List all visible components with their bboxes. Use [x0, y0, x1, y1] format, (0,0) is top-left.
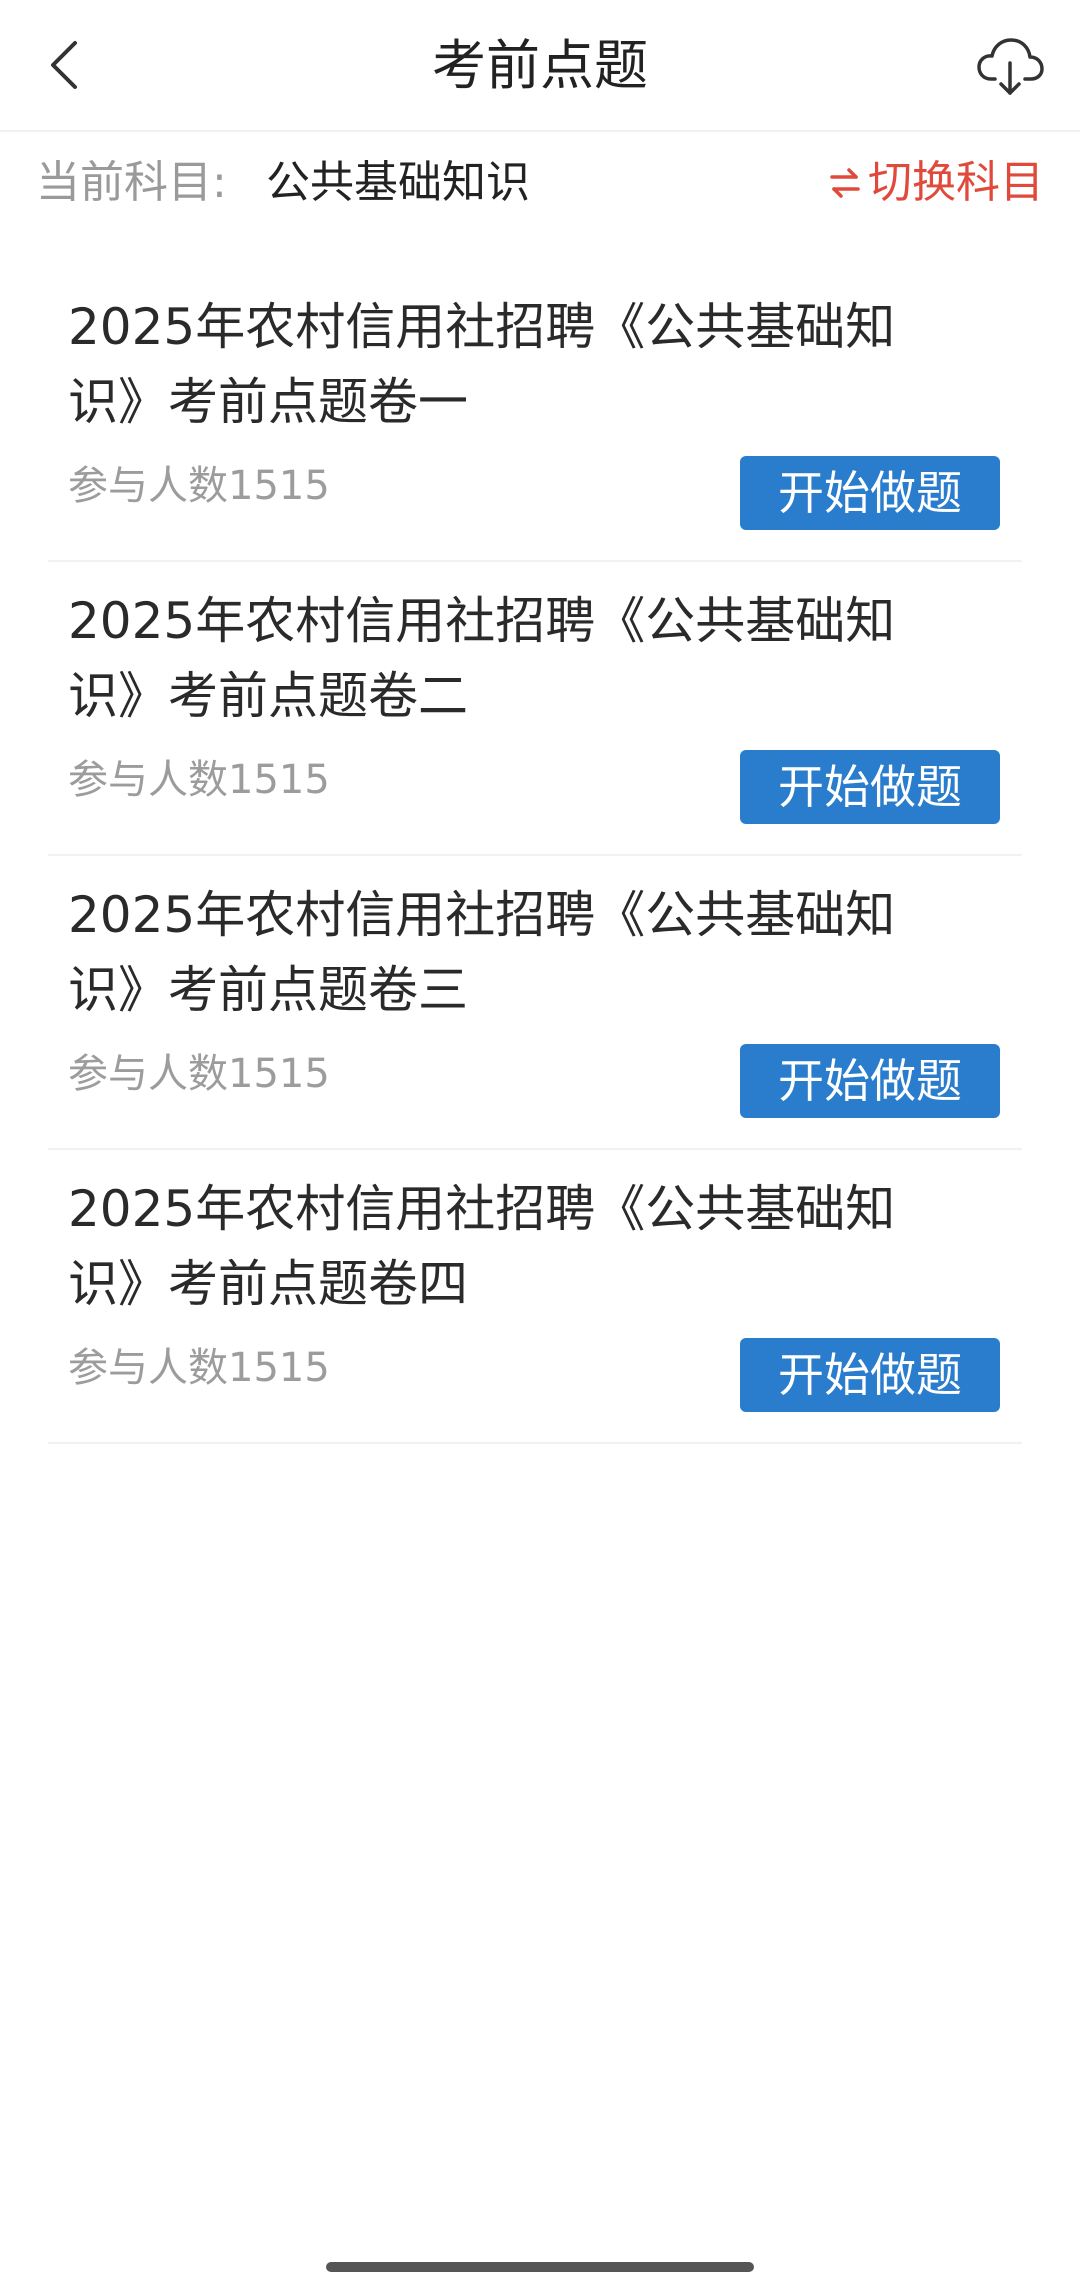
cloud-download-icon: [977, 38, 1044, 95]
list-item: 2025年农村信用社招聘《公共基础知识》考前点题卷二 参与人数1515 开始做题: [48, 562, 1022, 856]
paper-title[interactable]: 2025年农村信用社招聘《公共基础知识》考前点题卷四: [68, 1172, 968, 1322]
start-practice-button[interactable]: 开始做题: [740, 1338, 1000, 1412]
list-item: 2025年农村信用社招聘《公共基础知识》考前点题卷一 参与人数1515 开始做题: [48, 268, 1022, 562]
download-button[interactable]: [970, 26, 1050, 106]
subject-bar: 当前科目: 公共基础知识 切换科目: [0, 148, 1080, 218]
page-title: 考前点题: [432, 34, 648, 97]
subject-value: 公共基础知识: [266, 157, 530, 208]
paper-list: 2025年农村信用社招聘《公共基础知识》考前点题卷一 参与人数1515 开始做题…: [48, 268, 1022, 1444]
paper-title[interactable]: 2025年农村信用社招聘《公共基础知识》考前点题卷二: [68, 584, 968, 734]
start-practice-button[interactable]: 开始做题: [740, 456, 1000, 530]
start-practice-button[interactable]: 开始做题: [740, 1044, 1000, 1118]
subject-label: 当前科目:: [36, 157, 227, 208]
page: 考前点题 当前科目: 公共基础知识 切换科目 2025年农村信用社招聘《公共基础…: [0, 0, 1080, 2295]
list-item: 2025年农村信用社招聘《公共基础知识》考前点题卷四 参与人数1515 开始做题: [48, 1150, 1022, 1444]
switch-subject-label: 切换科目: [868, 157, 1044, 208]
header-bar: 考前点题: [0, 0, 1080, 132]
paper-title[interactable]: 2025年农村信用社招聘《公共基础知识》考前点题卷一: [68, 290, 968, 440]
paper-title[interactable]: 2025年农村信用社招聘《公共基础知识》考前点题卷三: [68, 878, 968, 1028]
participant-count: 参与人数1515: [68, 1051, 330, 1097]
home-indicator[interactable]: [326, 2262, 754, 2272]
swap-icon: [826, 164, 864, 202]
participant-count: 参与人数1515: [68, 1345, 330, 1391]
start-practice-button[interactable]: 开始做题: [740, 750, 1000, 824]
switch-subject-button[interactable]: 切换科目: [826, 148, 1044, 218]
participant-count: 参与人数1515: [68, 463, 330, 509]
list-item: 2025年农村信用社招聘《公共基础知识》考前点题卷三 参与人数1515 开始做题: [48, 856, 1022, 1150]
participant-count: 参与人数1515: [68, 757, 330, 803]
